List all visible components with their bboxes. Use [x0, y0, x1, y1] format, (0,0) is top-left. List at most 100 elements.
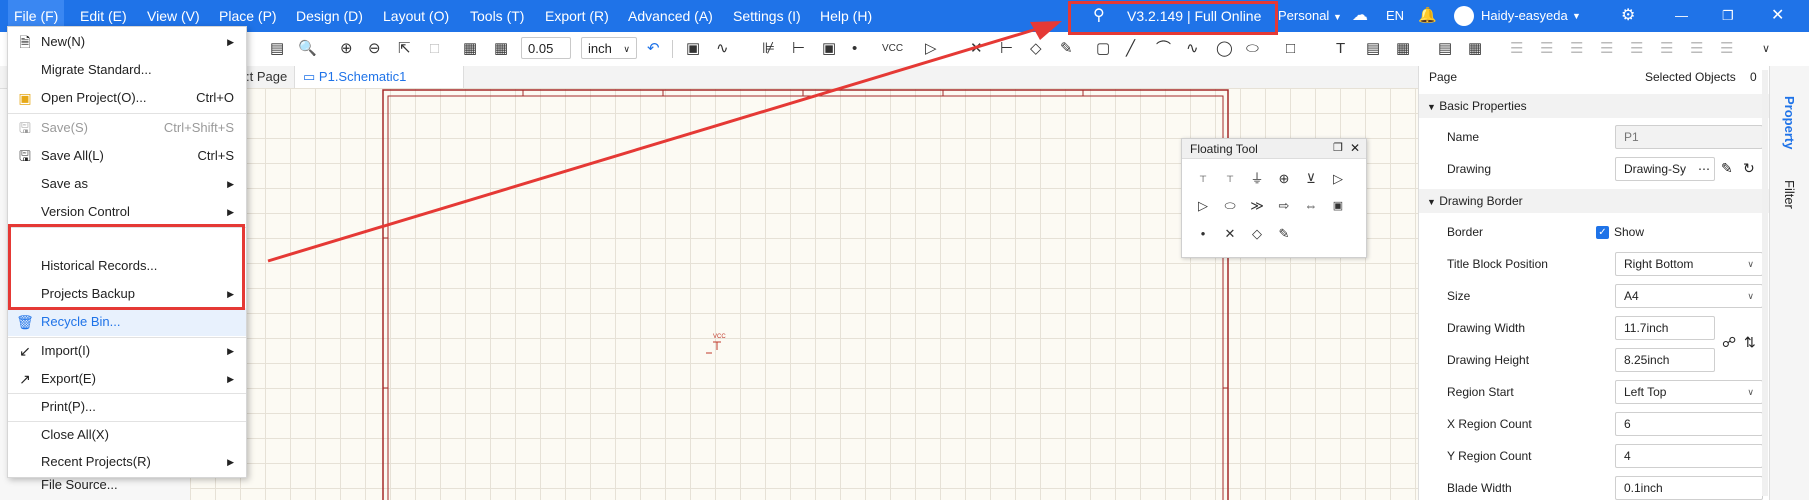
restore-icon[interactable]: ❐ — [1333, 141, 1343, 154]
menu-item-label: Save(S) — [41, 120, 88, 135]
drawing-label: Drawing — [1447, 162, 1492, 176]
menu-item-version-control[interactable]: Version Control ▶ — [8, 198, 246, 226]
chevron-down-icon: ∨ — [1747, 387, 1754, 397]
submenu-arrow-icon: ▶ — [227, 346, 234, 356]
menu-item-open-project[interactable]: ▣ Open Project(O)... Ctrl+O — [8, 84, 246, 112]
signal-ground-icon[interactable]: ⊻ — [1300, 168, 1322, 190]
collapse-icon: ▼ — [1427, 102, 1436, 112]
plus5v-icon[interactable]: ⊤ — [1219, 168, 1241, 190]
probe-icon[interactable]: ✎ — [1273, 223, 1295, 245]
side-tabs: Property Filter — [1769, 66, 1809, 500]
show-label: Show — [1614, 225, 1645, 239]
title-block-select[interactable]: Right Bottom ∨ — [1615, 252, 1763, 276]
size-select[interactable]: A4 ∨ — [1615, 284, 1763, 308]
menu-item-label: Version Control — [41, 204, 130, 219]
blade-width-value: 0.1inch — [1624, 481, 1663, 495]
submenu-arrow-icon: ▶ — [227, 179, 234, 189]
highlight-box — [8, 224, 245, 310]
menu-item-migrate[interactable]: Migrate Standard... — [8, 56, 246, 84]
menu-item-print[interactable]: Print(P)... — [8, 393, 246, 421]
menu-item-new[interactable]: 🗎 New(N) ▶ — [8, 28, 246, 56]
version-highlight-box — [1068, 1, 1278, 35]
submenu-arrow-icon: ▶ — [227, 457, 234, 467]
blade-width-label: Blade Width — [1447, 481, 1512, 495]
name-label: Name — [1447, 130, 1480, 144]
save-icon: 🖫 — [19, 120, 31, 136]
close-icon[interactable]: ✕ — [1350, 141, 1360, 155]
lock-ratio-icon[interactable]: ☍ — [1722, 334, 1736, 351]
x-region-field[interactable]: 6 — [1615, 412, 1763, 436]
title-block-label: Title Block Position — [1447, 257, 1548, 271]
size-value: A4 — [1624, 289, 1639, 303]
section-title: Basic Properties — [1439, 99, 1527, 113]
menu-item-save[interactable]: 🖫 Save(S) Ctrl+Shift+S — [8, 114, 246, 142]
size-label: Size — [1447, 289, 1471, 303]
y-region-value: 4 — [1624, 449, 1631, 463]
ground-icon[interactable]: ⏚ — [1246, 168, 1268, 190]
tab-property[interactable]: Property — [1782, 96, 1797, 149]
menu-item-recycle-bin[interactable]: 🗑 Recycle Bin... — [8, 308, 246, 336]
drawing-width-field[interactable]: 11.7inch — [1615, 316, 1715, 340]
menu-item-label: File Source... — [41, 477, 118, 492]
drawing-width-label: Drawing Width — [1447, 321, 1526, 335]
drawing-value: Drawing-Sy — [1624, 162, 1687, 176]
vcc-icon[interactable]: ⊤ — [1192, 168, 1214, 190]
edit-icon[interactable]: ✎ — [1721, 160, 1733, 177]
arrow-in-icon[interactable]: ⇨ — [1273, 195, 1295, 217]
save-all-icon: 🖫 — [19, 148, 31, 164]
property-panel: Page Selected Objects 0 ▼ Basic Properti… — [1418, 66, 1770, 500]
new-file-icon: 🗎 — [19, 34, 31, 50]
menu-item-save-as[interactable]: Save as ▶ — [8, 170, 246, 198]
bidirectional-port-icon[interactable]: ⬭ — [1219, 195, 1241, 217]
blade-width-field[interactable]: 0.1inch — [1615, 476, 1763, 500]
submenu-arrow-icon: ▶ — [227, 374, 234, 384]
swap-icon[interactable]: ⇅ — [1744, 334, 1756, 351]
tab-filter[interactable]: Filter — [1782, 180, 1797, 209]
menu-item-save-all[interactable]: 🖫 Save All(L) Ctrl+S — [8, 142, 246, 170]
border-label: Border — [1447, 225, 1484, 239]
submenu-arrow-icon: ▶ — [227, 37, 234, 47]
arrow-both-icon[interactable]: ⇔ — [1300, 195, 1322, 217]
selected-objects-label: Selected Objects — [1645, 70, 1736, 84]
drawing-height-field[interactable]: 8.25inch — [1615, 348, 1715, 372]
drawing-border-header[interactable]: ▼ Drawing Border — [1419, 189, 1770, 213]
menu-item-label: Save as — [41, 176, 88, 191]
shortcut-label: Ctrl+Shift+S — [163, 120, 234, 135]
junction-icon[interactable]: • — [1192, 223, 1214, 245]
shortcut-label: Ctrl+O — [196, 90, 234, 105]
menu-item-close-all[interactable]: Close All(X) — [8, 421, 246, 449]
menu-item-label: Open Project(O)... — [41, 90, 147, 105]
y-region-field[interactable]: 4 — [1615, 444, 1763, 468]
basic-properties-header[interactable]: ▼ Basic Properties — [1419, 94, 1770, 118]
show-border-checkbox[interactable]: ✓ — [1596, 226, 1609, 239]
submenu-arrow-icon: ▶ — [227, 207, 234, 217]
net-port-icon[interactable]: ▷ — [1327, 168, 1349, 190]
menu-item-label: Save All(L) — [41, 148, 104, 163]
export-icon: ↗ — [19, 371, 31, 387]
net-flag-icon[interactable]: ◇ — [1246, 223, 1268, 245]
net-label-icon[interactable]: ▣ — [1327, 195, 1349, 217]
menu-item-label: Migrate Standard... — [41, 62, 152, 77]
refresh-icon[interactable]: ↻ — [1743, 160, 1755, 177]
menu-item-import[interactable]: ↙ Import(I) ▶ — [8, 337, 246, 365]
menu-item-label: Recycle Bin... — [41, 314, 121, 329]
import-icon: ↙ — [19, 343, 31, 359]
name-field[interactable] — [1615, 125, 1763, 149]
scrollbar[interactable] — [1762, 70, 1768, 496]
panel-title: Page — [1429, 70, 1458, 84]
collapse-icon: ▼ — [1427, 197, 1436, 207]
menu-item-label: Close All(X) — [41, 427, 109, 442]
earth-ground-icon[interactable]: ⊕ — [1273, 168, 1295, 190]
region-start-select[interactable]: Left Top ∨ — [1615, 380, 1763, 404]
bus-entry-icon[interactable]: ≫ — [1246, 195, 1268, 217]
menu-item-label: Export(E) — [41, 371, 96, 386]
menu-item-export[interactable]: ↗ Export(E) ▶ — [8, 365, 246, 393]
drawing-field[interactable]: Drawing-Sy ⋯ — [1615, 157, 1715, 181]
input-port-icon[interactable]: ▷ — [1192, 195, 1214, 217]
no-connect-icon[interactable]: ✕ — [1219, 223, 1241, 245]
title-block-value: Right Bottom — [1624, 257, 1694, 271]
trash-icon: 🗑 — [16, 314, 34, 330]
floating-tool-panel: Floating Tool ❐ ✕ ⊤ ⊤ ⏚ ⊕ ⊻ ▷ ▷ ⬭ ≫ ⇨ ⇔ … — [1181, 138, 1367, 258]
floating-tool-title-text: Floating Tool — [1190, 142, 1258, 156]
folder-icon: ▣ — [18, 90, 32, 106]
